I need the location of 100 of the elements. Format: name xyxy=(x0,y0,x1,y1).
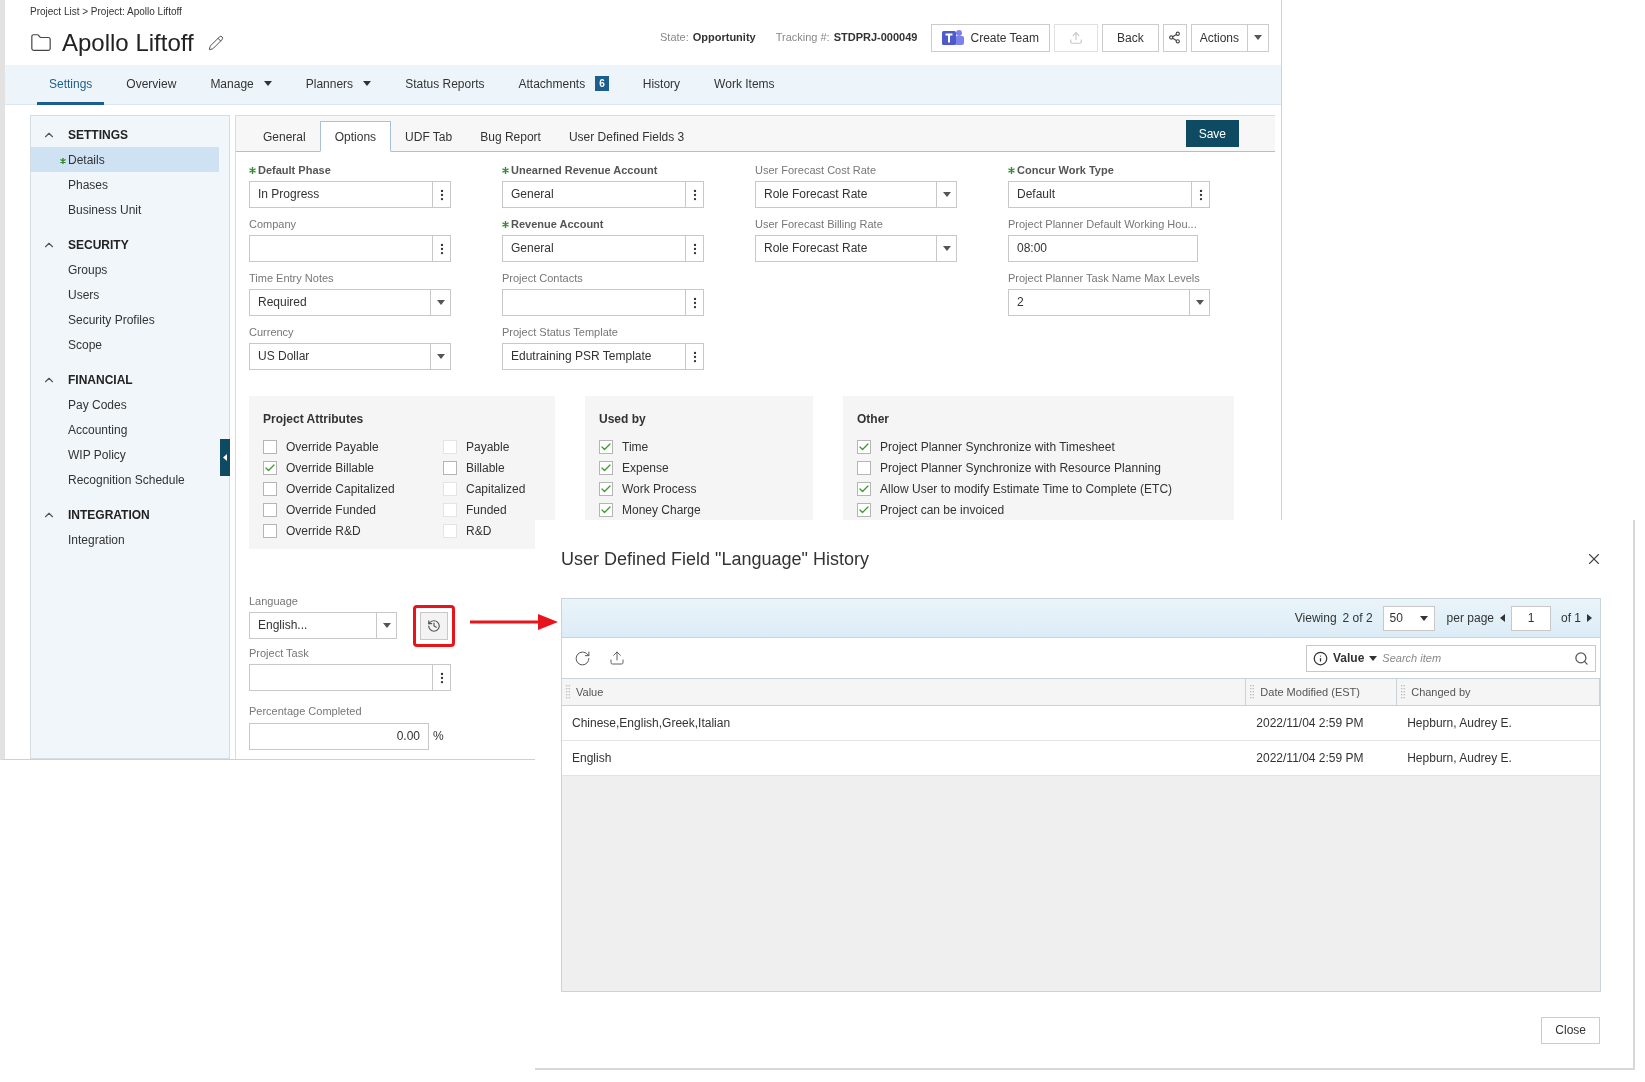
dropdown-field[interactable]: English... xyxy=(249,612,397,639)
checkbox-label: Override R&D xyxy=(286,522,361,540)
drag-handle-icon xyxy=(1401,685,1406,699)
field-label: Company xyxy=(249,216,297,232)
checkbox[interactable] xyxy=(263,481,277,496)
input-field[interactable]: Edutraining PSR Template xyxy=(502,343,704,370)
section-heading: INTEGRATION xyxy=(68,506,150,524)
search-filter-dropdown[interactable]: Value xyxy=(1333,649,1378,667)
input-field[interactable]: 08:00 xyxy=(1008,235,1198,262)
nav-tab[interactable]: Attachments 6 xyxy=(506,65,621,105)
field-label: Percentage Completed xyxy=(249,704,363,719)
dropdown-field[interactable]: Role Forecast Rate xyxy=(755,235,957,262)
nav-tab[interactable]: Status Reports xyxy=(393,65,497,105)
state-value: Opportunity xyxy=(692,30,756,46)
viewing-count: 2 of 2 xyxy=(1342,610,1373,627)
checkbox[interactable] xyxy=(263,439,277,454)
previous-page-icon[interactable] xyxy=(1500,614,1505,622)
table-cell-text: Chinese,English,Greek,Italian xyxy=(571,715,732,732)
edit-icon[interactable] xyxy=(207,35,224,51)
sidebar-item[interactable]: Accounting xyxy=(31,417,219,442)
input-field[interactable]: Default xyxy=(1008,181,1210,208)
nav-tab[interactable]: Planners xyxy=(293,65,384,105)
nav-tab[interactable]: History xyxy=(630,65,693,105)
checkbox-label: Billable xyxy=(466,459,505,477)
input-field[interactable]: General xyxy=(502,235,704,262)
sidebar-item[interactable]: Users xyxy=(31,282,219,307)
search-bar[interactable]: Value Search item xyxy=(1306,644,1596,672)
sidebar-item[interactable]: Pay Codes xyxy=(31,392,219,417)
nav-tab[interactable]: Settings xyxy=(37,65,105,105)
info-icon xyxy=(1313,650,1328,666)
checkbox-label: Allow User to modify Estimate Time to Complete (ETC) xyxy=(880,480,1173,498)
column-header[interactable]: Changed by xyxy=(1397,679,1600,705)
sidebar-item[interactable]: Business Unit xyxy=(31,197,219,222)
sidebar-item[interactable]: Scope xyxy=(31,332,219,357)
sidebar-item[interactable]: Details xyxy=(31,147,219,172)
checkbox[interactable] xyxy=(263,502,277,517)
next-page-icon[interactable] xyxy=(1587,614,1592,622)
input-field[interactable]: 0.00 xyxy=(249,722,429,750)
sidebar-item[interactable]: Integration xyxy=(31,527,219,552)
search-icon[interactable] xyxy=(1574,650,1589,666)
checkbox[interactable] xyxy=(599,439,613,454)
sidebar-item[interactable]: Phases xyxy=(31,172,219,197)
checkbox-label: Work Process xyxy=(622,480,697,498)
checkbox[interactable] xyxy=(443,460,457,475)
checkbox[interactable] xyxy=(599,460,613,475)
caret-icon xyxy=(1369,655,1378,661)
sub-tab[interactable]: UDF Tab xyxy=(391,121,467,152)
checkbox[interactable] xyxy=(857,481,871,496)
sidebar-item[interactable]: WIP Policy xyxy=(31,442,219,467)
field-label: User Forecast Billing Rate xyxy=(755,216,883,232)
sidebar-item[interactable]: Recognition Schedule xyxy=(31,467,219,492)
section-heading: SECURITY xyxy=(68,236,129,254)
sub-tab[interactable]: General xyxy=(249,121,320,152)
input-field[interactable]: General xyxy=(502,181,704,208)
page-count: of 1 xyxy=(1561,610,1581,627)
close-button[interactable]: Close xyxy=(1541,1016,1600,1044)
page-field[interactable]: 1 xyxy=(1511,605,1551,631)
column-header[interactable]: Date Modified (EST) xyxy=(1246,679,1398,705)
save-button[interactable]: Save xyxy=(1185,120,1239,147)
caret-icon xyxy=(1195,300,1204,305)
checkbox[interactable] xyxy=(857,460,871,475)
sub-tab[interactable]: Bug Report xyxy=(466,121,555,152)
per-page-dropdown[interactable]: 50 xyxy=(1382,605,1435,631)
back-button[interactable]: Back xyxy=(1101,23,1159,52)
checkbox[interactable] xyxy=(599,481,613,496)
dropdown-field[interactable]: US Dollar xyxy=(249,343,451,370)
column-header[interactable]: Value xyxy=(562,679,1247,705)
search-field[interactable]: Search item xyxy=(1382,649,1569,667)
collapse-handle[interactable] xyxy=(220,439,230,476)
input-field[interactable]: In Progress xyxy=(249,181,451,208)
checkbox[interactable] xyxy=(263,460,277,475)
export-icon[interactable] xyxy=(609,650,625,666)
checkbox[interactable] xyxy=(857,502,871,517)
caret-icon xyxy=(1254,35,1262,40)
history-button[interactable] xyxy=(420,612,448,640)
dropdown-field[interactable]: Required xyxy=(249,289,451,316)
sub-tab[interactable]: Options xyxy=(319,121,392,152)
checkbox[interactable] xyxy=(263,523,277,538)
table-cell-text: Hepburn, Audrey E. xyxy=(1406,750,1513,767)
nav-tab[interactable]: Manage xyxy=(198,65,284,105)
drag-handle-icon xyxy=(1250,685,1255,699)
caret-icon xyxy=(382,623,391,628)
checkbox[interactable] xyxy=(599,502,613,517)
share-button[interactable] xyxy=(1162,23,1187,52)
nav-tab[interactable]: Work Items xyxy=(702,65,787,105)
sub-tab[interactable]: User Defined Fields 3 xyxy=(554,121,699,152)
nav-tab[interactable]: Overview xyxy=(114,65,189,105)
section-heading: FINANCIAL xyxy=(68,371,133,389)
sidebar-item[interactable]: Security Profiles xyxy=(31,307,219,332)
checkbox[interactable] xyxy=(857,439,871,454)
input-field[interactable] xyxy=(249,235,451,262)
dropdown-field[interactable]: 2 xyxy=(1008,289,1210,316)
refresh-icon[interactable] xyxy=(574,649,591,667)
dropdown-field[interactable]: Role Forecast Rate xyxy=(755,181,957,208)
input-field[interactable] xyxy=(249,664,451,691)
section-heading: SETTINGS xyxy=(68,126,128,144)
input-field[interactable] xyxy=(502,289,704,316)
create-team-button[interactable]: Create Team xyxy=(931,23,1050,52)
checkbox-label: Capitalized xyxy=(466,480,526,498)
sidebar-item[interactable]: Groups xyxy=(31,257,219,282)
